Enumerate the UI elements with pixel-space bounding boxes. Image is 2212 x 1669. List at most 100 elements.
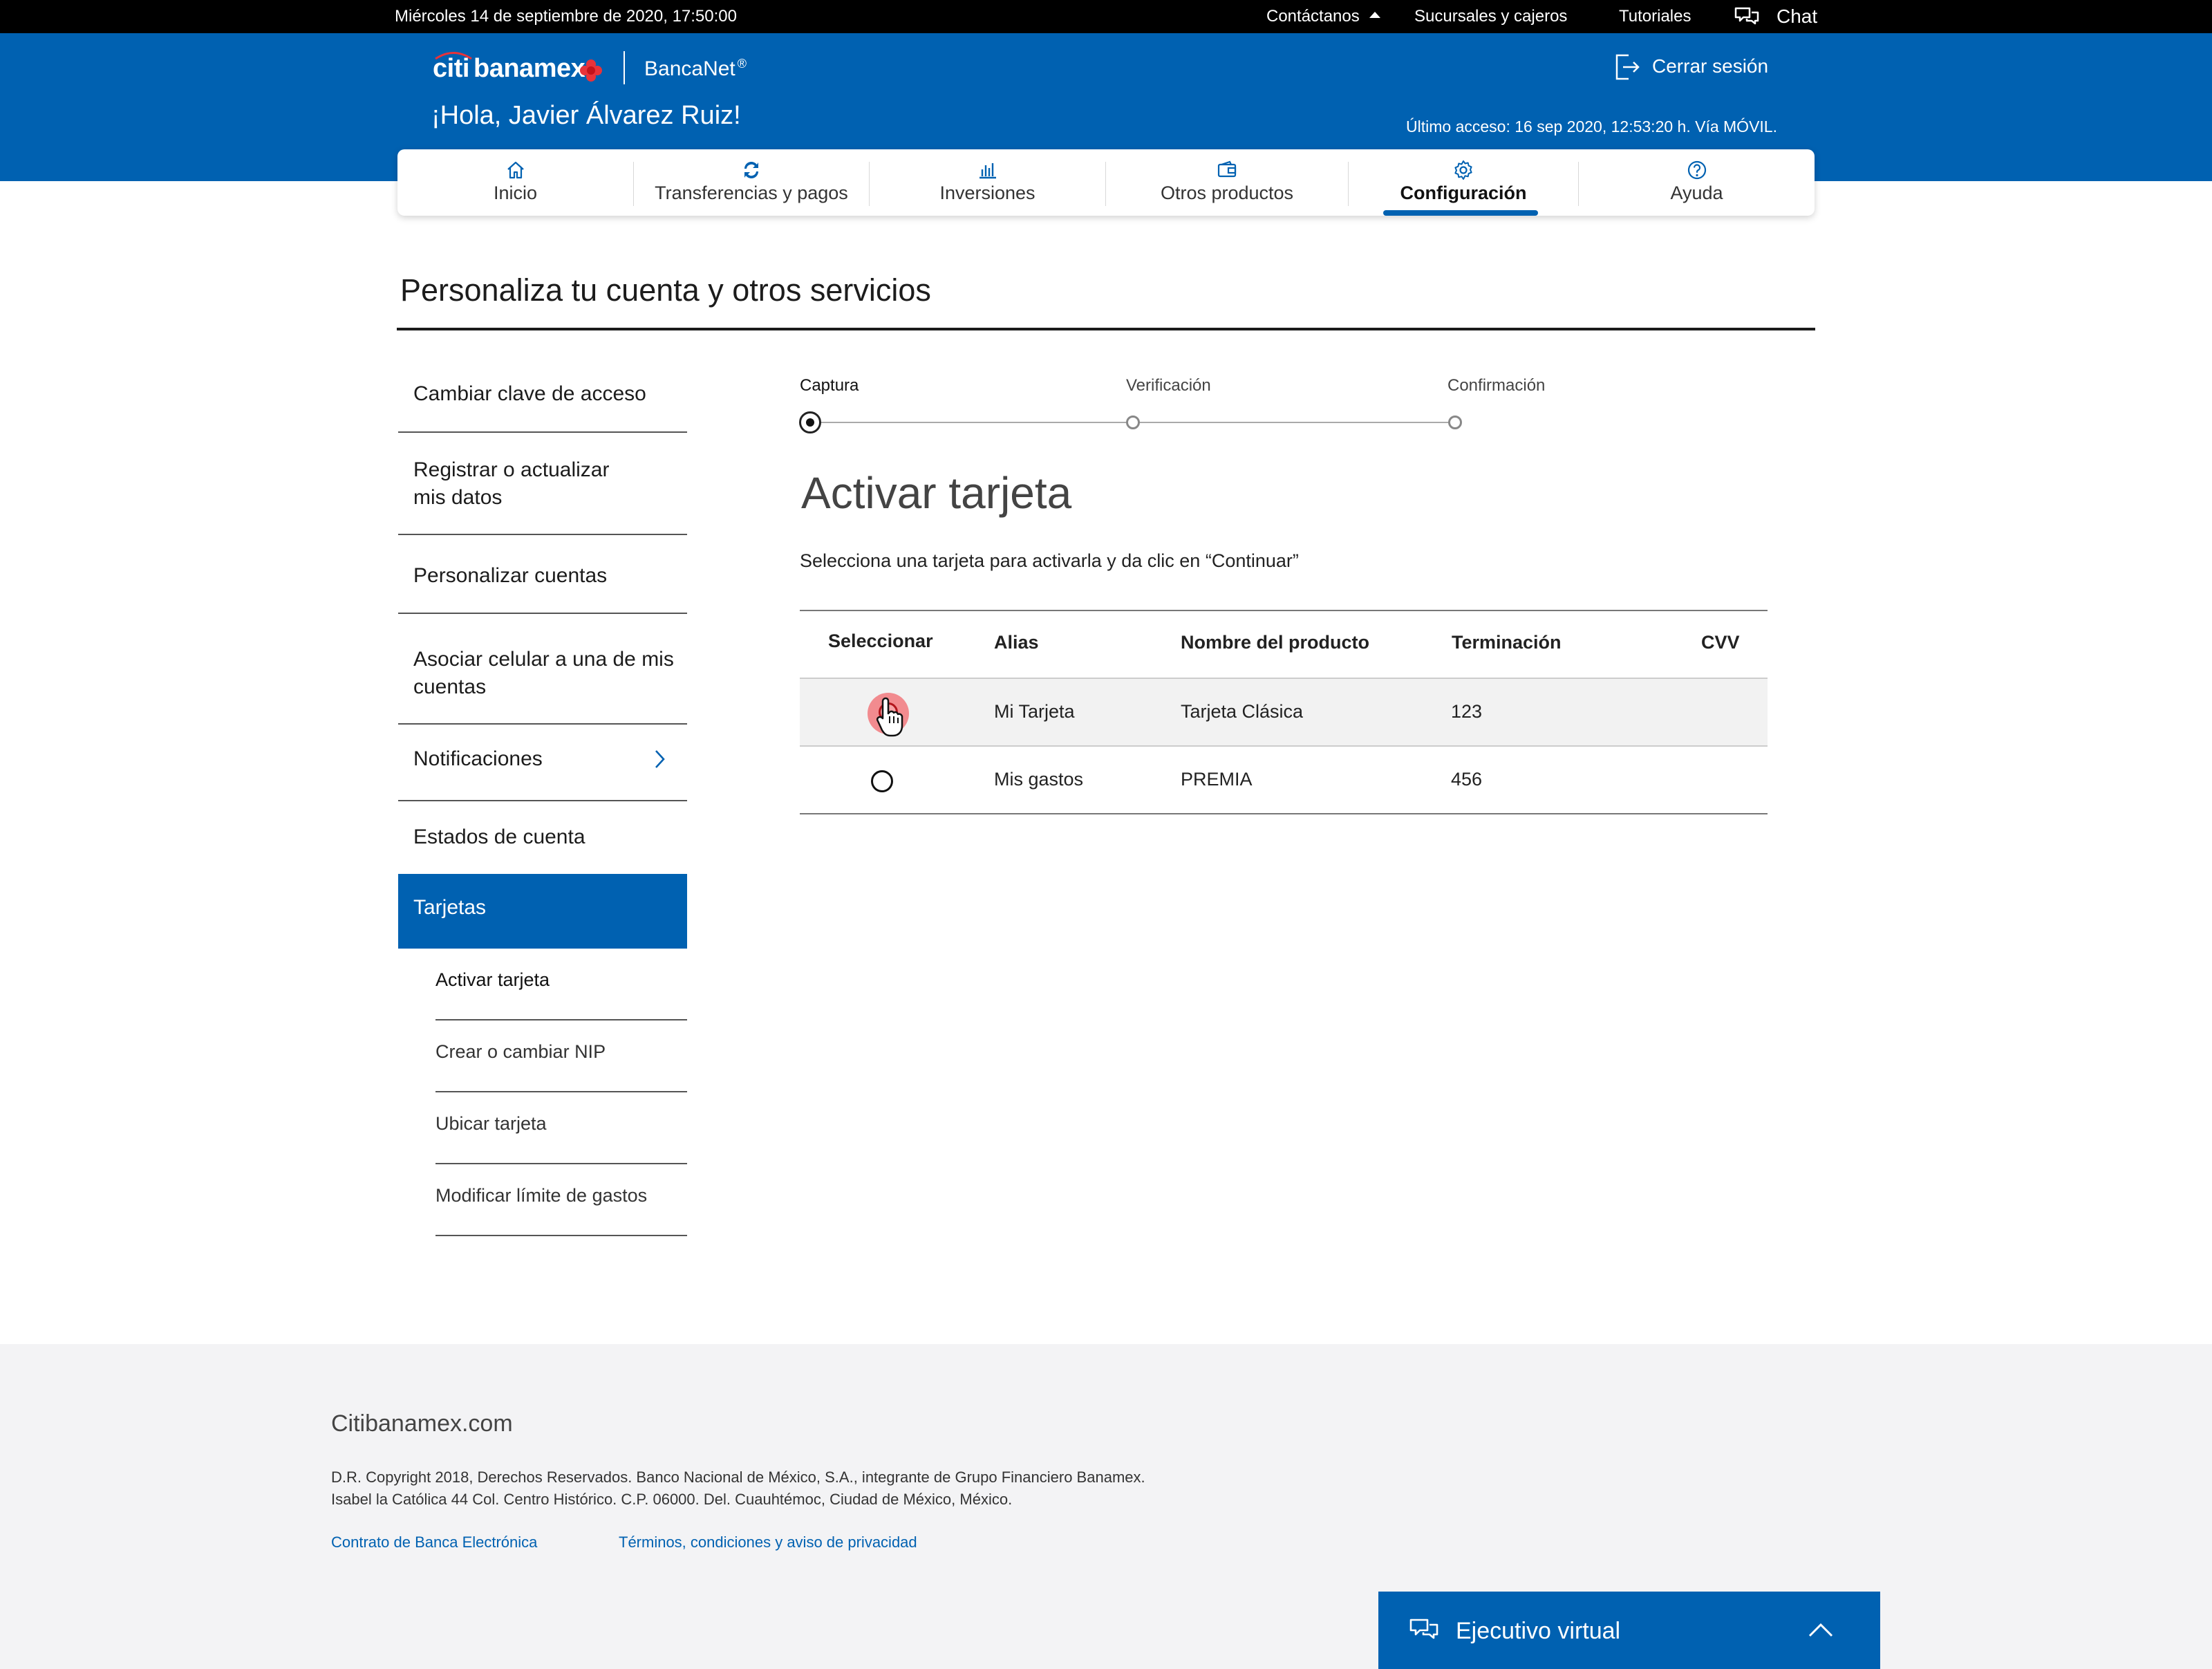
- logo-banamex: banamex: [474, 54, 585, 83]
- step-dot: [1126, 416, 1140, 429]
- sidebar-item-label: Notificaciones: [413, 747, 543, 770]
- column-header-alias: Alias: [994, 632, 1039, 653]
- footer: Citibanamex.com D.R. Copyright 2018, Der…: [0, 1344, 2212, 1669]
- last-access: Último acceso: 16 sep 2020, 12:53:20 h. …: [1406, 118, 1777, 136]
- title-underline: [397, 328, 1815, 330]
- cell-alias: Mi Tarjeta: [994, 701, 1075, 722]
- step-dot-current: [799, 411, 821, 433]
- logout-label: Cerrar sesión: [1652, 55, 1769, 77]
- help-icon: [1687, 160, 1706, 180]
- chevron-up-icon[interactable]: [1807, 1622, 1835, 1639]
- subitem-modificar-limite[interactable]: Modificar límite de gastos: [435, 1185, 687, 1206]
- divider: [398, 431, 687, 433]
- nav-label: Configuración: [1400, 183, 1527, 203]
- divider: [435, 1163, 687, 1164]
- chart-icon: [979, 163, 996, 179]
- nav-label: Ayuda: [1670, 183, 1723, 203]
- divider: [435, 1235, 687, 1236]
- table-bottom-border: [800, 813, 1768, 814]
- step-label-captura: Captura: [800, 376, 859, 395]
- section-title: Activar tarjeta: [801, 468, 1072, 518]
- chevron-right-icon: [655, 750, 665, 768]
- divider: [398, 534, 687, 535]
- greeting: ¡Hola, Javier Álvarez Ruiz!: [431, 101, 741, 130]
- nav-item-configuracion[interactable]: Configuración: [1349, 149, 1578, 216]
- nav-item-inversiones[interactable]: Inversiones: [870, 149, 1105, 216]
- divider: [435, 1091, 687, 1092]
- divider: [398, 613, 687, 614]
- cell-ending: 456: [1451, 769, 1483, 790]
- contact-menu[interactable]: Contáctanos: [1266, 0, 1381, 33]
- sidebar-item-cambiar-clave[interactable]: Cambiar clave de acceso: [398, 380, 687, 408]
- page-title: Personaliza tu cuenta y otros servicios: [400, 272, 931, 308]
- citibanamex-logo[interactable]: citi banamex: [433, 51, 606, 90]
- cell-ending: 123: [1451, 701, 1483, 722]
- virtual-agent-panel[interactable]: Ejecutivo virtual: [1378, 1592, 1880, 1669]
- citi-arc-icon: [435, 52, 472, 59]
- sidebar-item-tarjetas[interactable]: Tarjetas: [398, 874, 687, 949]
- copyright-line-2: Isabel la Católica 44 Col. Centro Histór…: [331, 1491, 1013, 1508]
- divider: [398, 800, 687, 801]
- nav-label: Transferencias y pagos: [655, 183, 848, 203]
- select-radio[interactable]: [871, 770, 893, 792]
- cell-product: Tarjeta Clásica: [1181, 701, 1304, 722]
- hand-pointer-icon: [876, 697, 903, 737]
- column-header-product: Nombre del producto: [1181, 632, 1370, 653]
- column-header-cvv: CVV: [1701, 632, 1740, 653]
- chat-icon: [1734, 7, 1759, 25]
- sidebar-item-notificaciones[interactable]: Notificaciones: [398, 745, 687, 773]
- sidebar-item-asociar-celular[interactable]: Asociar celular a una de mis cuentas: [398, 646, 688, 701]
- table-row[interactable]: Mi Tarjeta Tarjeta Clásica 123: [800, 679, 1768, 745]
- transfer-icon: [744, 162, 758, 178]
- cell-alias: Mis gastos: [994, 769, 1084, 790]
- nav-item-ayuda[interactable]: Ayuda: [1579, 149, 1815, 216]
- sidebar-item-estados-cuenta[interactable]: Estados de cuenta: [398, 823, 687, 851]
- product-name: BancaNet ®: [644, 57, 747, 80]
- logout-icon: [1615, 54, 1640, 80]
- column-header-select: Seleccionar: [828, 631, 933, 651]
- divider: [398, 723, 687, 725]
- logout-button[interactable]: Cerrar sesión: [1613, 51, 1779, 83]
- table-top-border: [800, 610, 1768, 611]
- home-icon: [507, 161, 524, 179]
- sidebar-item-personalizar-cuentas[interactable]: Personalizar cuentas: [398, 562, 687, 590]
- virtual-agent-label: Ejecutivo virtual: [1456, 1618, 1621, 1644]
- caret-up-icon: [1369, 12, 1381, 19]
- contract-link[interactable]: Contrato de Banca Electrónica: [331, 1533, 537, 1551]
- tutorials-link[interactable]: Tutoriales: [1619, 0, 1691, 33]
- utility-bar: Miércoles 14 de septiembre de 2020, 17:5…: [0, 0, 2212, 33]
- nav-item-inicio[interactable]: Inicio: [397, 149, 633, 216]
- nav-label: Otros productos: [1160, 183, 1294, 203]
- current-datetime: Miércoles 14 de septiembre de 2020, 17:5…: [395, 7, 737, 26]
- sidebar-item-registrar-datos[interactable]: Registrar o actualizar mis datos: [398, 456, 647, 512]
- sidebar-item-label: Tarjetas: [413, 896, 487, 919]
- gear-icon: [1454, 160, 1472, 180]
- branches-link[interactable]: Sucursales y cajeros: [1414, 0, 1567, 33]
- nav-item-otros-productos[interactable]: Otros productos: [1106, 149, 1348, 216]
- subitem-ubicar-tarjeta[interactable]: Ubicar tarjeta: [435, 1113, 687, 1135]
- nav-label: Inicio: [493, 183, 538, 203]
- column-header-ending: Terminación: [1452, 632, 1562, 653]
- contact-label: Contáctanos: [1266, 7, 1360, 26]
- instructions: Selecciona una tarjeta para activarla y …: [800, 550, 1299, 571]
- table-row[interactable]: Mis gastos PREMIA 456: [800, 747, 1768, 813]
- footer-site[interactable]: Citibanamex.com: [331, 1410, 513, 1437]
- banamex-flower-icon: [580, 59, 602, 82]
- logo-divider: [624, 51, 625, 84]
- subitem-activar-tarjeta[interactable]: Activar tarjeta: [435, 969, 687, 991]
- subitem-crear-nip[interactable]: Crear o cambiar NIP: [435, 1041, 687, 1063]
- step-label-confirmacion: Confirmación: [1447, 376, 1546, 395]
- wallet-icon: [1217, 160, 1237, 178]
- active-tab-indicator: [1383, 210, 1538, 216]
- divider: [435, 1019, 687, 1020]
- chat-icon: [1409, 1619, 1438, 1639]
- step-dot: [1448, 416, 1462, 429]
- step-label-verificacion: Verificación: [1126, 376, 1211, 395]
- nav-item-transferencias[interactable]: Transferencias y pagos: [634, 149, 869, 216]
- main-nav: Inicio Transferencias y pagos Inversione…: [397, 149, 1815, 216]
- chat-label: Chat: [1777, 6, 1818, 27]
- cell-product: PREMIA: [1181, 769, 1253, 790]
- terms-link[interactable]: Términos, condiciones y aviso de privaci…: [619, 1533, 917, 1551]
- nav-label: Inversiones: [939, 183, 1035, 203]
- copyright-line-1: D.R. Copyright 2018, Derechos Reservados…: [331, 1468, 1145, 1486]
